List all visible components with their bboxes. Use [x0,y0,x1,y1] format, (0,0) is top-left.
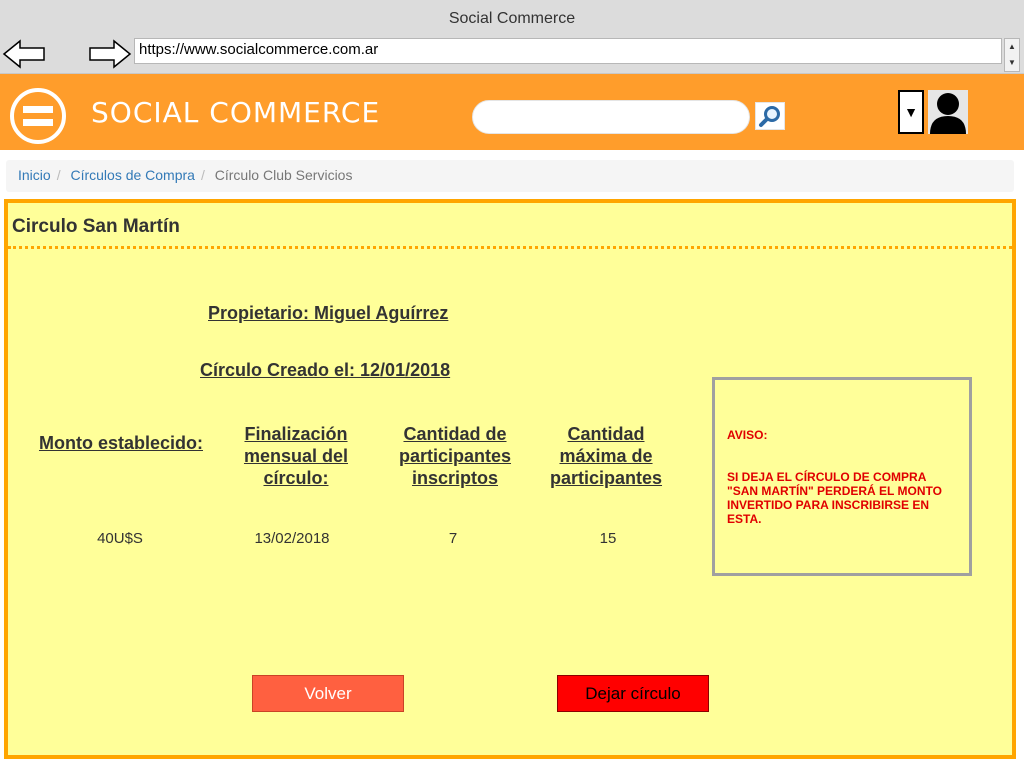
panel-title: Circulo San Martín [12,216,180,237]
browser-toolbar: Social Commerce https://www.socialcommer… [0,0,1024,74]
monto-value: 40U$S [97,530,143,547]
panel-divider [8,246,1012,249]
notice-body: SI DEJA EL CÍRCULO DE COMPRA "SAN MARTÍN… [727,470,942,526]
created-date-label: Círculo Creado el: 12/01/2018 [200,360,451,380]
dropdown-arrow-icon: ▼ [904,104,918,120]
circle-panel: Circulo San Martín Propietario: Miguel A… [4,199,1016,759]
breadcrumb: Inicio / Círculos de Compra / Círculo Club… [6,160,1014,192]
finalizacion-value: 13/02/2018 [254,530,330,547]
maximo-header: Cantidad máxima de participantes [549,424,663,488]
menu-icon[interactable] [10,88,66,144]
breadcrumb-separator: / [200,167,205,183]
back-button[interactable]: Volver [252,675,404,712]
finalizacion-header: Finalización mensual del círculo: [243,424,349,488]
notice-box: AVISO: SI DEJA EL CÍRCULO DE COMPRA "SAN… [712,377,972,576]
url-scrollbar[interactable]: ▲ ▼ [1004,38,1020,72]
window-title: Social Commerce [448,10,576,27]
breadcrumb-item-current: Círculo Club Servicios [214,167,353,183]
breadcrumb-item-inicio[interactable]: Inicio [18,167,51,183]
breadcrumb-item-circulos[interactable]: Círculos de Compra [70,167,195,183]
forward-arrow-icon[interactable] [88,38,132,70]
inscriptos-value: 7 [448,530,458,547]
search-icon [759,106,780,127]
monto-header: Monto establecido: [38,433,203,453]
brand-title: SOCIAL COMMERCE [91,96,381,129]
search-input[interactable] [472,100,750,134]
inscriptos-header: Cantidad de participantes inscriptos [398,424,512,488]
notice-title: AVISO: [727,428,768,442]
user-dropdown[interactable]: ▼ [898,90,924,134]
back-arrow-icon[interactable] [2,38,46,70]
scroll-down-icon[interactable]: ▼ [1005,55,1019,71]
breadcrumb-separator: / [56,167,61,183]
maximo-value: 15 [599,530,617,547]
leave-circle-button[interactable]: Dejar círculo [557,675,709,712]
owner-label: Propietario: Miguel Aguírrez [208,303,449,323]
search-button[interactable] [755,102,785,130]
user-avatar-icon[interactable] [928,90,968,134]
url-field[interactable]: https://www.socialcommerce.com.ar [134,38,1002,64]
app-header: SOCIAL COMMERCE ▼ [0,74,1024,150]
scroll-up-icon[interactable]: ▲ [1005,39,1019,55]
